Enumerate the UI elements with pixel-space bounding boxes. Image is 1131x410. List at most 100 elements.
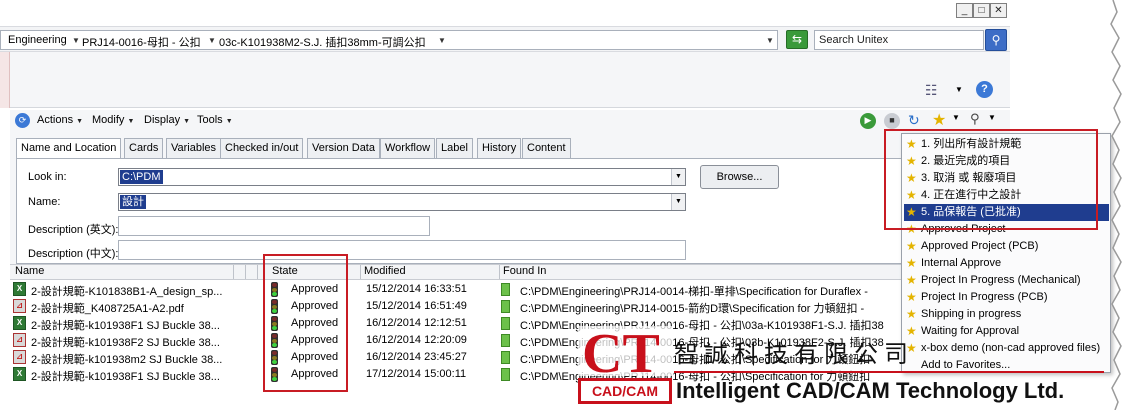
display-menu[interactable]: Display ▼: [144, 114, 190, 126]
chevron-down-icon[interactable]: ▼: [72, 36, 80, 45]
folder-icon: [501, 283, 510, 296]
folder-icon: [501, 368, 510, 381]
name-value: 設計: [120, 195, 146, 209]
table-row[interactable]: X 2-設計規範-k101938F1 SJ Buckle 38... Appro…: [10, 315, 1010, 332]
pdf-file-icon: ⊿: [13, 333, 26, 347]
chevron-down-icon[interactable]: ▼: [671, 194, 685, 210]
file-name: 2-設計規範-k101938m2 SJ Buckle 38...: [31, 354, 223, 366]
chevron-down-icon[interactable]: ▼: [438, 36, 446, 45]
modified-value: 16/12/2014 12:12:51: [366, 317, 467, 329]
excel-file-icon: X: [13, 367, 26, 381]
actions-menu[interactable]: Actions ▼: [37, 114, 83, 126]
column-divider[interactable]: [360, 265, 361, 279]
tab-cards[interactable]: Cards: [124, 138, 164, 158]
menu-item-label: Waiting for Approval: [921, 325, 1020, 337]
menu-item-label: Shipping in progress: [921, 308, 1022, 320]
search-input[interactable]: Search Unitex: [814, 30, 984, 50]
minimize-button[interactable]: _: [956, 3, 973, 18]
tab-checked-in-out[interactable]: Checked in/out: [220, 138, 304, 158]
views-icon[interactable]: ☷: [925, 82, 938, 99]
play-icon[interactable]: ▶: [860, 113, 876, 129]
chevron-down-icon[interactable]: ▼: [671, 169, 685, 185]
excel-file-icon: X: [13, 316, 26, 330]
name-label: Name:: [28, 196, 61, 208]
folder-icon: [501, 334, 510, 347]
menu-item[interactable]: ★ Internal Approve: [904, 255, 1109, 272]
tab-name-and-location[interactable]: Name and Location: [16, 138, 122, 159]
description-cn-field[interactable]: [118, 240, 686, 260]
tab-workflow[interactable]: Workflow: [380, 138, 436, 158]
file-name: 2-設計規範-k101938F1 SJ Buckle 38...: [31, 371, 220, 383]
menu-item[interactable]: ★ Approved Project (PCB): [904, 238, 1109, 255]
maximize-button[interactable]: □: [973, 3, 990, 18]
left-pane-edge: [0, 52, 10, 108]
menu-item[interactable]: ★ x-box demo (non-cad approved files): [904, 340, 1109, 357]
company-name-chinese: 智誠科技有限公司: [674, 340, 914, 368]
close-button[interactable]: ✕: [990, 3, 1007, 18]
search-tool-icon[interactable]: ⚲: [970, 111, 980, 127]
tab-history[interactable]: History: [477, 138, 522, 158]
tab-variables[interactable]: Variables: [166, 138, 222, 158]
refresh-arrows-icon[interactable]: ⇆: [786, 30, 808, 49]
pdf-file-icon: ⊿: [13, 350, 26, 364]
menu-item[interactable]: ★ Waiting for Approval: [904, 323, 1109, 340]
found-in-value: C:\PDM\Engineering\PRJ14-0014-梯扣-單排\Spec…: [520, 286, 868, 298]
look-in-label: Look in:: [28, 171, 67, 183]
look-in-field[interactable]: C:\PDM ▼: [118, 168, 686, 186]
favorites-star-icon[interactable]: ★: [932, 110, 946, 130]
breadcrumb-item[interactable]: 03c-K101938M2-S.J. 插扣38mm-可調公扣: [219, 34, 426, 50]
file-name: 2-設計規範-k101938F2 SJ Buckle 38...: [31, 337, 220, 349]
column-divider[interactable]: [233, 265, 234, 279]
browse-button[interactable]: Browse...: [700, 165, 779, 189]
refresh-icon[interactable]: ↻: [908, 112, 920, 129]
chevron-down-icon[interactable]: ▼: [208, 36, 216, 45]
found-in-value: C:\PDM\Engineering\PRJ14-0015-箭約D環\Speci…: [520, 303, 865, 315]
column-divider[interactable]: [499, 265, 500, 279]
modified-value: 16/12/2014 23:45:27: [366, 351, 467, 363]
chevron-down-icon[interactable]: ▼: [955, 85, 963, 94]
menu-item[interactable]: ★ Shipping in progress: [904, 306, 1109, 323]
menu-item-label: Approved Project (PCB): [921, 240, 1039, 252]
breadcrumb-item[interactable]: Engineering: [8, 34, 67, 46]
stop-icon[interactable]: ■: [884, 113, 900, 129]
star-icon: ★: [906, 273, 917, 287]
modified-value: 16/12/2014 12:20:09: [366, 334, 467, 346]
help-icon[interactable]: ?: [976, 81, 993, 98]
chevron-down-icon[interactable]: ▼: [988, 113, 996, 122]
menu-item[interactable]: ★ Project In Progress (Mechanical): [904, 272, 1109, 289]
modified-value: 17/12/2014 15:00:11: [366, 368, 467, 380]
table-row[interactable]: ⊿ 2-設計規範_K408725A1-A2.pdf Approved 15/12…: [10, 298, 1010, 315]
menu-item-label: Internal Approve: [921, 257, 1002, 269]
table-row[interactable]: X 2-設計規範-K101838B1-A_design_sp... Approv…: [10, 281, 1010, 298]
column-name[interactable]: Name: [15, 265, 44, 277]
menu-item[interactable]: ★ Project In Progress (PCB): [904, 289, 1109, 306]
tab-version-data[interactable]: Version Data: [307, 138, 380, 158]
actions-label: Actions: [37, 114, 74, 126]
folder-icon: [501, 351, 510, 364]
tools-menu[interactable]: Tools ▼: [197, 114, 233, 126]
menu-item-label: Project In Progress (PCB): [921, 291, 1048, 303]
logo-tag: CAD/CAM: [578, 378, 672, 404]
modified-value: 15/12/2014 16:51:49: [366, 300, 467, 312]
display-label: Display: [144, 114, 181, 126]
file-name: 2-設計規範-k101938F1 SJ Buckle 38...: [31, 320, 220, 332]
column-modified[interactable]: Modified: [364, 265, 406, 277]
description-en-field[interactable]: [118, 216, 430, 236]
modify-menu[interactable]: Modify ▼: [92, 114, 134, 126]
address-dropdown-icon[interactable]: ▼: [766, 36, 774, 45]
chevron-down-icon[interactable]: ▼: [952, 113, 960, 122]
company-logo: CT: [582, 323, 660, 385]
column-found-in[interactable]: Found In: [503, 265, 546, 277]
folder-icon: [501, 300, 510, 313]
column-divider[interactable]: [245, 265, 246, 279]
breadcrumb[interactable]: Engineering ▼ PRJ14-0016-母扣 - 公扣 ▼ 03c-K…: [0, 30, 778, 50]
column-divider[interactable]: [257, 265, 258, 279]
modified-value: 15/12/2014 16:33:51: [366, 283, 467, 295]
breadcrumb-item[interactable]: PRJ14-0016-母扣 - 公扣: [82, 34, 201, 50]
name-field[interactable]: 設計 ▼: [118, 193, 686, 211]
tab-content[interactable]: Content: [522, 138, 571, 158]
tab-label[interactable]: Label: [436, 138, 473, 158]
search-icon[interactable]: ⚲: [985, 29, 1007, 51]
excel-file-icon: X: [13, 282, 26, 296]
star-icon: ★: [906, 239, 917, 253]
